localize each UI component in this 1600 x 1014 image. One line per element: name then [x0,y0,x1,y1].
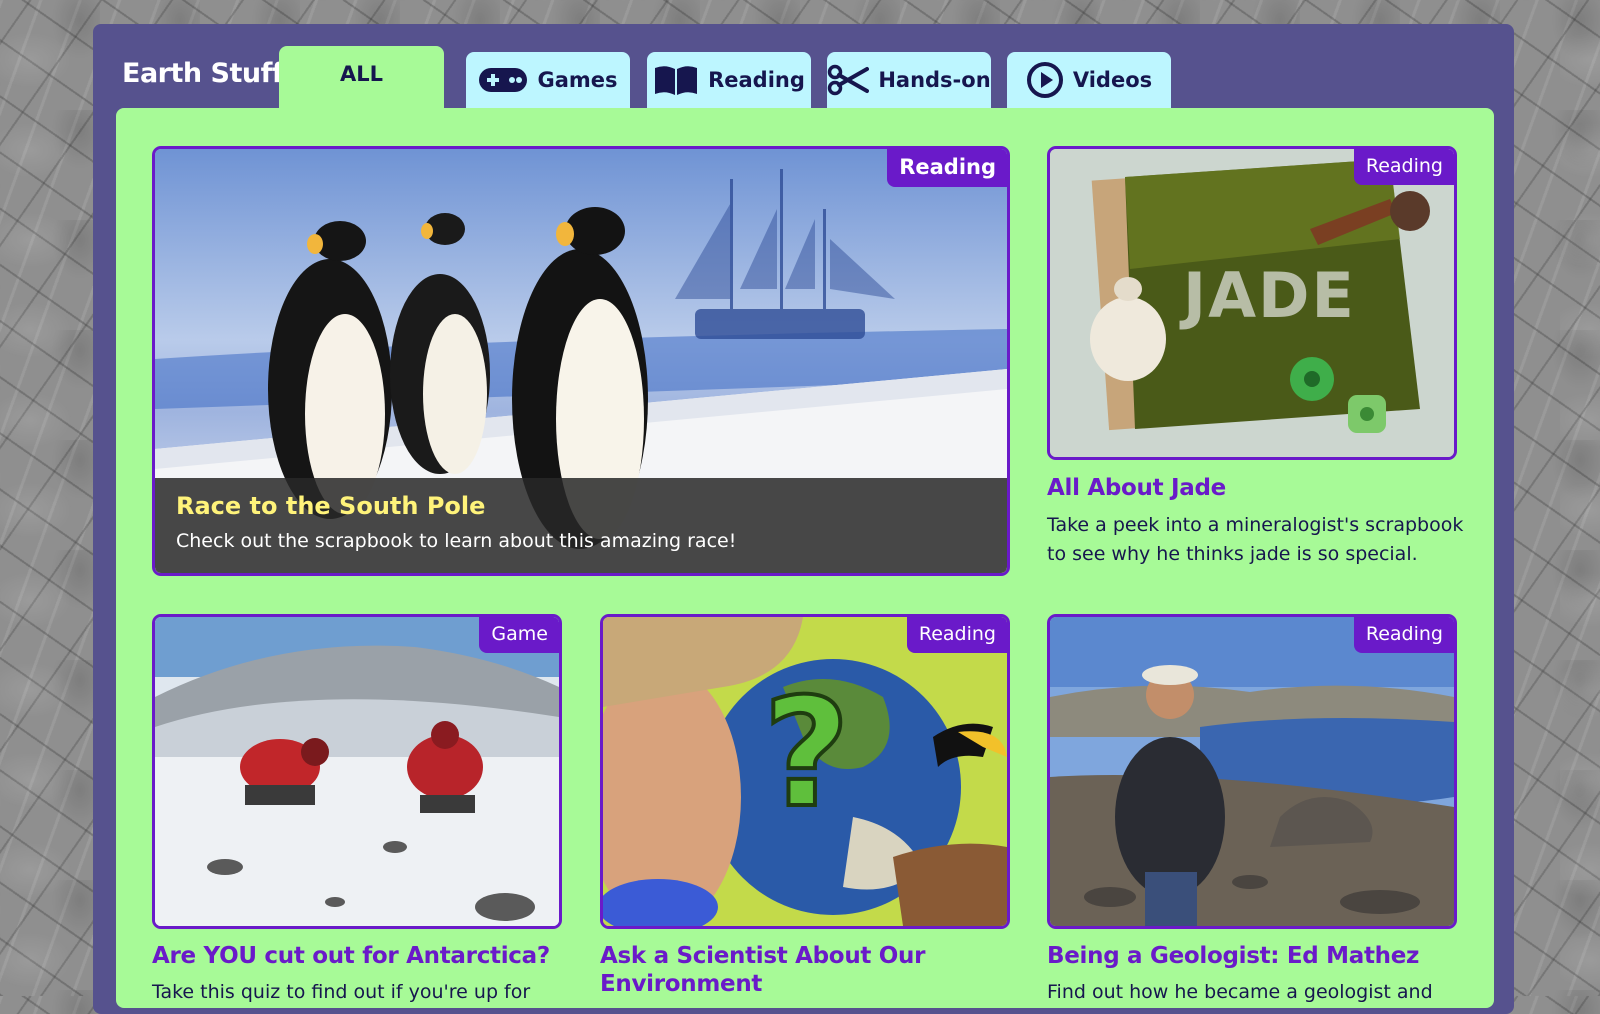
tab-all[interactable]: ALL [279,46,444,108]
card-title-antarctica[interactable]: Are YOU cut out for Antarctica? [152,942,550,970]
featured-title[interactable]: Race to the South Pole [176,492,485,520]
tab-videos[interactable]: Videos [1007,52,1171,108]
section-title: Earth Stuff: [122,58,294,89]
card-image-geologist[interactable]: Reading [1047,614,1457,929]
tab-hands-on[interactable]: Hands-on [827,52,991,108]
card-image-ask-scientist[interactable]: ? Reading [600,614,1010,929]
tab-all-label: ALL [339,62,383,86]
featured-description: Check out the scrapbook to learn about t… [176,530,737,552]
tab-reading[interactable]: Reading [647,52,811,108]
card-desc-jade-line2: to see why he thinks jade is so special. [1047,543,1418,565]
scissors-icon [828,64,870,96]
geologist-landscape-image [1050,617,1454,926]
featured-card[interactable]: Reading Race to the South Pole Check out… [152,146,1010,576]
tab-games[interactable]: Games [466,52,630,108]
book-icon [655,66,698,95]
card-title-ask-scientist-line1[interactable]: Ask a Scientist About Our [600,942,925,970]
card-image-jade[interactable]: JADE Reading [1047,146,1457,460]
card-title-ask-scientist-line2[interactable]: Environment [600,970,762,998]
card-image-antarctica[interactable]: Game [152,614,562,929]
card-badge-ask-scientist: Reading [906,617,1007,653]
card-badge-antarctica: Game [479,617,559,653]
card-title-geologist[interactable]: Being a Geologist: Ed Mathez [1047,942,1419,970]
question-mark-graphic: ? [761,667,852,841]
card-badge-jade: Reading [1353,149,1454,185]
featured-caption: Race to the South Pole Check out the scr… [155,478,1007,573]
play-icon [1026,62,1063,98]
gamepad-icon [479,68,528,92]
tab-hands-on-label: Hands-on [878,68,991,92]
card-desc-jade-line1: Take a peek into a mineralogist's scrapb… [1047,514,1464,536]
card-badge-geologist: Reading [1353,617,1454,653]
antarctica-field-image [155,617,559,926]
card-desc-antarctica: Take this quiz to find out if you're up … [152,981,531,1003]
tab-games-label: Games [537,68,618,92]
tab-videos-label: Videos [1072,68,1153,92]
tab-reading-label: Reading [708,68,805,92]
card-desc-geologist: Find out how he became a geologist and [1047,981,1433,1003]
featured-badge: Reading [887,149,1007,187]
card-title-jade[interactable]: All About Jade [1047,474,1226,502]
jade-image-text: JADE [1183,259,1356,332]
